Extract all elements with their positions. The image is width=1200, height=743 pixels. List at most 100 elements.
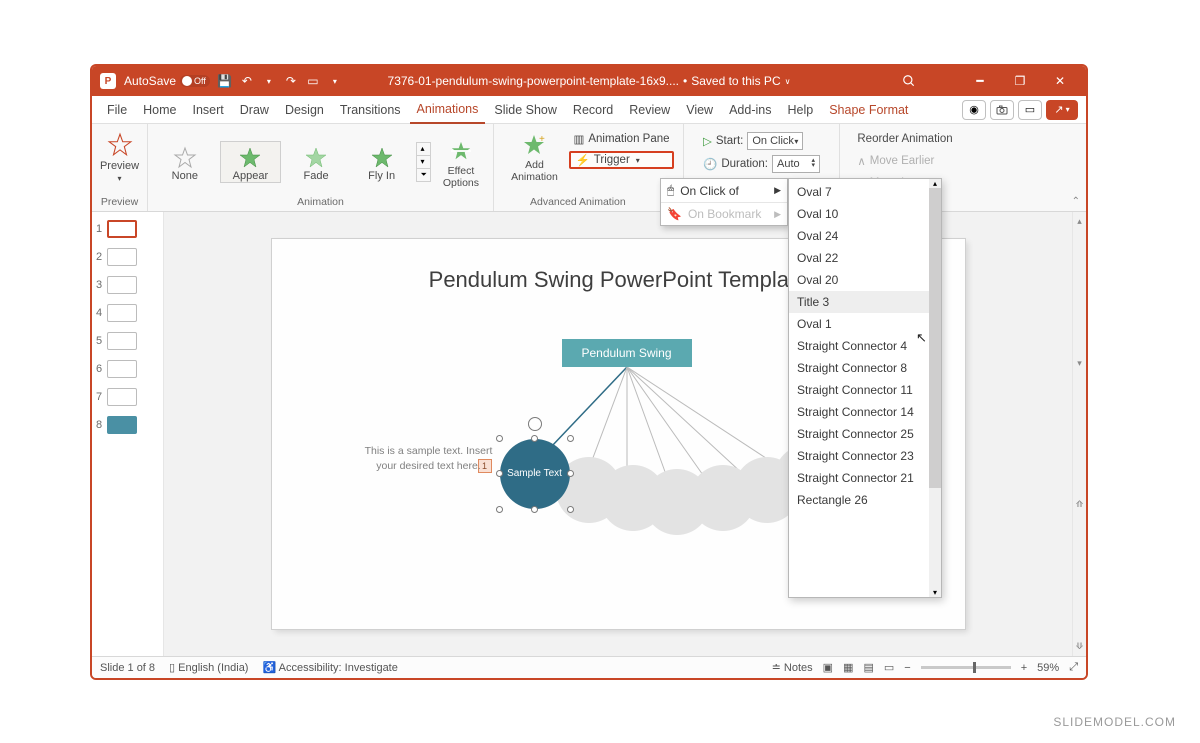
thumb-4[interactable]: 4 <box>96 304 159 322</box>
zoom-slider[interactable] <box>921 666 1011 669</box>
tab-record[interactable]: Record <box>566 96 620 124</box>
zoom-out-button[interactable]: − <box>904 662 910 674</box>
restore-button[interactable]: ❐ <box>1002 66 1038 96</box>
gallery-more-icon[interactable]: ⏷ <box>417 168 429 181</box>
trigger-option[interactable]: Oval 24 <box>789 225 929 247</box>
trigger-button[interactable]: ⚡ Trigger ▾ <box>569 151 673 169</box>
flyout-scrollbar[interactable]: ▴ ▾ <box>929 179 941 597</box>
preview-button[interactable]: Preview ▾ <box>97 128 143 183</box>
minimize-button[interactable]: ━ <box>962 66 998 96</box>
thumb-5[interactable]: 5 <box>96 332 159 350</box>
trigger-option[interactable]: Straight Connector 11 <box>789 379 929 401</box>
collapse-ribbon-icon[interactable]: ⌃ <box>1072 196 1080 207</box>
duration-row: 🕘 Duration: Auto▴▾ <box>699 155 824 173</box>
save-icon[interactable]: 💾 <box>218 74 232 88</box>
rotate-handle-icon[interactable]: ⟳ <box>528 417 542 431</box>
start-value: On Click <box>752 135 794 147</box>
titlebar-left: P AutoSave Off 💾 ↶ ▾ ↷ ▭ ▾ <box>100 73 342 89</box>
trigger-target-list: Oval 7 Oval 10 Oval 24 Oval 22 Oval 20 T… <box>788 178 942 598</box>
undo-icon[interactable]: ↶ <box>240 74 254 88</box>
trigger-option[interactable]: Title 3 <box>789 291 929 313</box>
anim-none[interactable]: None <box>154 141 216 183</box>
watermark: SLIDEMODEL.COM <box>1053 715 1176 729</box>
start-row: ▷ Start: On Click▾ <box>699 132 824 150</box>
thumb-2[interactable]: 2 <box>96 248 159 266</box>
notes-button[interactable]: ≐ Notes <box>772 661 813 674</box>
from-beginning-icon[interactable]: ▭ <box>306 74 320 88</box>
on-click-of-label: On Click of <box>680 184 739 198</box>
view-normal-icon[interactable]: ▣ <box>823 661 833 674</box>
qat-customize-icon[interactable]: ▾ <box>328 74 342 88</box>
selected-circle[interactable]: Sample Text ⟳ 1 <box>500 439 570 509</box>
camera-button-small[interactable] <box>990 100 1014 120</box>
close-button[interactable]: ✕ <box>1042 66 1078 96</box>
app-icon: P <box>100 73 116 89</box>
tab-home[interactable]: Home <box>136 96 183 124</box>
tab-design[interactable]: Design <box>278 96 331 124</box>
search-icon[interactable] <box>900 72 918 90</box>
slide-counter: Slide 1 of 8 <box>100 662 155 674</box>
comments-button-small[interactable]: ▭ <box>1018 100 1042 120</box>
trigger-option[interactable]: Straight Connector 25 <box>789 423 929 445</box>
trigger-option[interactable]: Straight Connector 4 <box>789 335 929 357</box>
trigger-option[interactable]: Straight Connector 23 <box>789 445 929 467</box>
trigger-option[interactable]: Oval 1 <box>789 313 929 335</box>
powerpoint-window: P AutoSave Off 💾 ↶ ▾ ↷ ▭ ▾ 7376-01-pendu… <box>90 64 1088 680</box>
trigger-option[interactable]: Oval 10 <box>789 203 929 225</box>
undo-dropdown-icon[interactable]: ▾ <box>262 74 276 88</box>
up-arrow-icon: ∧ <box>857 154 865 168</box>
trigger-option[interactable]: Straight Connector 14 <box>789 401 929 423</box>
status-bar: Slide 1 of 8 ▯ English (India) ♿ Accessi… <box>92 656 1086 678</box>
thumb-7[interactable]: 7 <box>96 388 159 406</box>
thumb-6[interactable]: 6 <box>96 360 159 378</box>
accessibility-button[interactable]: ♿ Accessibility: Investigate <box>262 661 397 674</box>
vertical-scrollbar[interactable]: ▴▾⟰⟱ <box>1072 212 1086 656</box>
pendulum-header[interactable]: Pendulum Swing <box>562 339 692 367</box>
share-button[interactable]: ↗▾ <box>1046 100 1078 120</box>
language-indicator[interactable]: ▯ English (India) <box>169 661 248 674</box>
duration-spinner[interactable]: Auto▴▾ <box>772 155 820 173</box>
trigger-option[interactable]: Straight Connector 21 <box>789 467 929 489</box>
trigger-option[interactable]: Straight Connector 8 <box>789 357 929 379</box>
tab-file[interactable]: File <box>100 96 134 124</box>
tab-addins[interactable]: Add-ins <box>722 96 778 124</box>
tab-review[interactable]: Review <box>622 96 677 124</box>
tab-draw[interactable]: Draw <box>233 96 276 124</box>
view-slideshow-icon[interactable]: ▭ <box>884 661 894 674</box>
thumb-8[interactable]: 8 <box>96 416 159 434</box>
record-button-small[interactable]: ◉ <box>962 100 986 120</box>
tab-shape-format[interactable]: Shape Format <box>822 96 915 124</box>
trigger-option[interactable]: Rectangle 26 <box>789 489 929 511</box>
move-earlier-button[interactable]: ∧Move Earlier <box>853 152 956 170</box>
zoom-percent[interactable]: 59% <box>1037 662 1059 674</box>
tab-slideshow[interactable]: Slide Show <box>487 96 564 124</box>
trigger-on-click-of[interactable]: 🖱 On Click of ▶ <box>661 179 787 202</box>
circle-text: Sample Text <box>507 468 562 480</box>
trigger-option[interactable]: Oval 20 <box>789 269 929 291</box>
gallery-down-icon[interactable]: ▾ <box>417 155 429 167</box>
tab-insert[interactable]: Insert <box>186 96 231 124</box>
trigger-option[interactable]: Oval 7 <box>789 181 929 203</box>
tab-help[interactable]: Help <box>780 96 820 124</box>
effect-options-button[interactable]: Effect Options <box>435 134 487 189</box>
tab-transitions[interactable]: Transitions <box>333 96 408 124</box>
view-reading-icon[interactable]: ▤ <box>863 661 873 674</box>
thumb-1[interactable]: 1 <box>96 220 159 238</box>
trigger-option[interactable]: Oval 22 <box>789 247 929 269</box>
tab-view[interactable]: View <box>679 96 720 124</box>
add-animation-button[interactable]: + Add Animation <box>503 128 565 183</box>
anim-flyin[interactable]: Fly In <box>351 141 413 183</box>
animation-pane-button[interactable]: ▥ Animation Pane <box>569 130 673 148</box>
fit-to-window-icon[interactable]: ⤢ <box>1069 661 1078 674</box>
zoom-in-button[interactable]: + <box>1021 662 1027 674</box>
preview-label: Preview <box>100 160 139 172</box>
anim-fade[interactable]: Fade <box>285 141 347 183</box>
gallery-up-icon[interactable]: ▴ <box>417 143 429 154</box>
redo-icon[interactable]: ↷ <box>284 74 298 88</box>
start-dropdown[interactable]: On Click▾ <box>747 132 803 150</box>
view-sorter-icon[interactable]: ▦ <box>843 661 853 674</box>
thumb-3[interactable]: 3 <box>96 276 159 294</box>
anim-appear[interactable]: Appear <box>220 141 282 183</box>
autosave-toggle[interactable]: AutoSave Off <box>124 74 210 88</box>
tab-animations[interactable]: Animations <box>410 96 486 124</box>
